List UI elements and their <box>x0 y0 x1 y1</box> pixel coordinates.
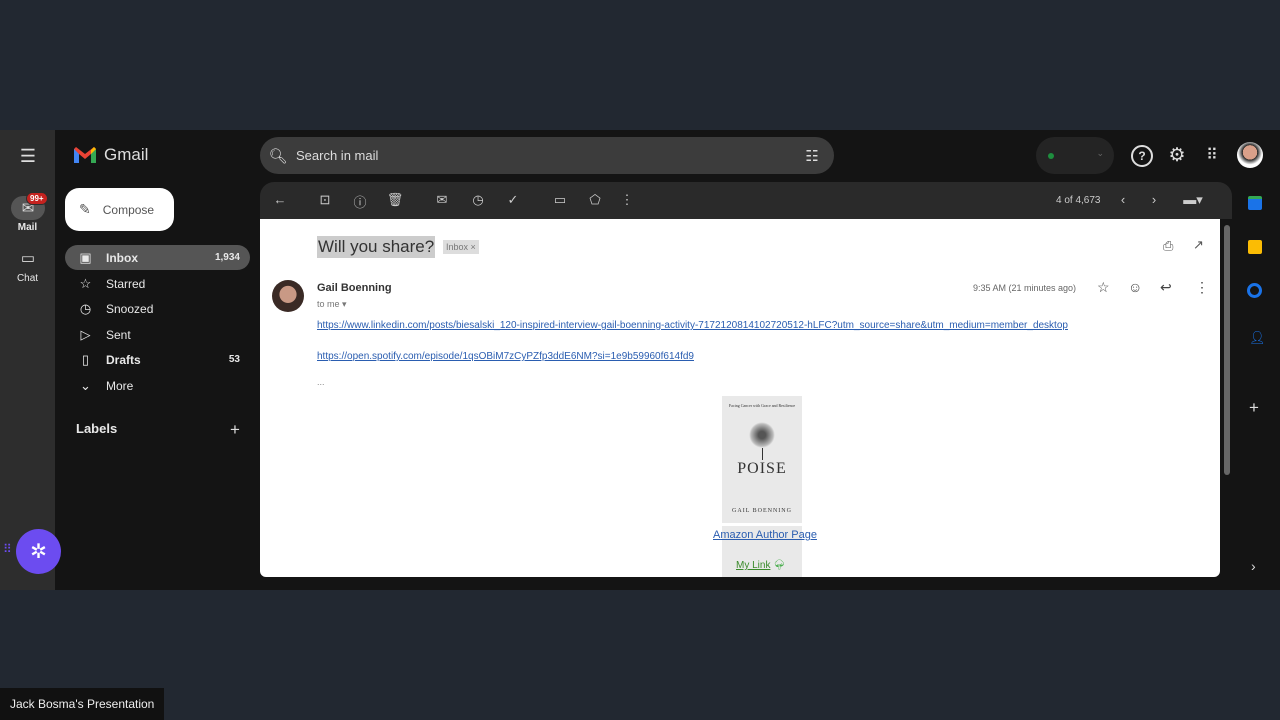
book-subtitle: Facing Cancer with Grace and Resilience <box>728 403 796 408</box>
nav-more[interactable]: ⌄ More <box>65 373 250 398</box>
gmail-window: ☰ ✉ 99+ Mail ▭ Chat Gmail 🔍︎ Search in m… <box>0 130 1280 590</box>
emoji-react-icon[interactable]: ☺ <box>1128 279 1142 295</box>
spotify-link[interactable]: https://open.spotify.com/episode/1qsOBiM… <box>317 351 694 362</box>
linkedin-link[interactable]: https://www.linkedin.com/posts/biesalski… <box>317 320 1068 331</box>
avatar[interactable] <box>1237 142 1263 168</box>
book-title: POISE <box>737 460 787 477</box>
open-new-window-icon[interactable]: ↗ <box>1193 237 1204 253</box>
newer-icon[interactable]: ‹ <box>1114 192 1132 207</box>
nav-label: Starred <box>106 276 146 291</box>
amazon-author-link[interactable]: Amazon Author Page <box>713 529 817 541</box>
input-tools-icon[interactable]: ▬▾ <box>1178 192 1208 208</box>
nav-sent[interactable]: ▷ Sent <box>65 322 250 347</box>
chevron-down-icon: ⌄ <box>80 377 91 393</box>
nav-label: Sent <box>106 327 131 342</box>
recipients-toggle[interactable]: to me ▾ <box>317 299 347 310</box>
add-label-icon[interactable]: + <box>226 420 244 440</box>
more-options-icon[interactable]: ⋮ <box>1195 279 1209 296</box>
my-link[interactable]: My Link 🌳︎ <box>736 560 786 571</box>
status-dot <box>1048 153 1054 159</box>
search-icon[interactable]: 🔍︎ <box>260 147 296 165</box>
drag-handle-icon[interactable]: ⠿ <box>3 542 12 556</box>
search-options-icon[interactable]: ☷ <box>790 147 834 165</box>
timestamp: 9:35 AM (21 minutes ago) <box>973 283 1077 293</box>
more-icon[interactable]: ⋮ <box>618 192 636 208</box>
book-cover[interactable]: Facing Cancer with Grace and Resilience … <box>722 396 802 523</box>
send-icon: ▷ <box>80 326 91 342</box>
search-bar[interactable]: 🔍︎ Search in mail ☷ <box>260 137 834 174</box>
app-rail: ☰ ✉ 99+ Mail ▭ Chat <box>0 130 55 590</box>
app-name: Gmail <box>104 145 149 164</box>
gmail-m-icon <box>74 147 96 163</box>
presenter-label: Jack Bosma's Presentation <box>0 688 165 720</box>
snooze-icon[interactable]: ◷ <box>469 192 487 208</box>
gmail-logo[interactable]: Gmail <box>73 145 148 165</box>
compose-label: Compose <box>102 202 155 217</box>
chat-icon[interactable]: ▭ <box>17 248 39 268</box>
main-menu-icon[interactable]: ☰ <box>17 146 39 166</box>
archive-icon[interactable]: ⊡ <box>316 192 334 208</box>
inbox-icon: ▣ <box>79 249 92 265</box>
status-selector[interactable]: ⌄ <box>1036 137 1114 174</box>
contacts-icon[interactable]: 👤︎ <box>1249 330 1266 346</box>
apps-grid-icon[interactable]: ⠿ <box>1201 144 1223 166</box>
dandelion-image <box>749 422 775 448</box>
nav-count: 1,934 <box>214 252 240 263</box>
back-icon[interactable]: ← <box>271 192 289 207</box>
older-icon[interactable]: › <box>1145 192 1163 207</box>
nav-label: Drafts <box>106 352 141 367</box>
keep-icon[interactable] <box>1248 240 1262 254</box>
search-input[interactable]: Search in mail <box>296 148 378 163</box>
assistant-fab[interactable]: ✲ <box>16 529 61 574</box>
nav-drafts[interactable]: ▯ Drafts 53 <box>65 347 250 372</box>
print-icon[interactable]: ⎙ <box>1163 238 1173 254</box>
mail-rail-label: Mail <box>17 222 38 233</box>
add-task-icon[interactable]: ✓ <box>504 192 522 208</box>
draft-icon: ▯ <box>81 351 90 367</box>
nav-inbox[interactable]: ▣ Inbox 1,934 <box>65 245 250 270</box>
book-author: GAIL BOENNING <box>732 508 792 514</box>
nav-label: Inbox <box>106 250 138 265</box>
compose-button[interactable]: ✎ Compose <box>65 188 174 231</box>
pagination: 4 of 4,673 <box>1056 195 1101 206</box>
nav-starred[interactable]: ☆ Starred <box>65 271 250 296</box>
pencil-icon: ✎ <box>79 201 91 217</box>
chevron-down-icon: ⌄ <box>1096 148 1104 158</box>
sender-avatar <box>272 280 304 312</box>
labels-heading: Labels <box>76 421 118 436</box>
nav-count: 53 <box>228 354 240 365</box>
get-addons-icon[interactable]: + <box>1249 398 1259 418</box>
label-chip-inbox[interactable]: Inbox × <box>443 240 479 254</box>
trimmed-content[interactable]: ... <box>317 377 325 387</box>
nav-label: More <box>106 378 134 393</box>
subject: Will you share? <box>317 236 436 258</box>
star-icon: ☆ <box>79 275 92 291</box>
move-to-icon[interactable]: ▭ <box>551 192 569 208</box>
help-icon[interactable]: ? <box>1131 145 1153 167</box>
calendar-icon[interactable] <box>1248 196 1262 210</box>
mail-badge: 99+ <box>26 192 48 205</box>
tasks-icon[interactable] <box>1247 283 1262 298</box>
clock-icon: ◷ <box>79 300 92 316</box>
dandelion-stem <box>761 448 763 460</box>
expand-panel-icon[interactable]: › <box>1251 558 1256 574</box>
sender-name: Gail Boenning <box>317 282 392 294</box>
my-link-text[interactable]: My Link <box>736 560 770 571</box>
nav-label: Snoozed <box>106 301 154 316</box>
chat-rail-label: Chat <box>16 273 39 284</box>
nav-snoozed[interactable]: ◷ Snoozed <box>65 296 250 321</box>
settings-icon[interactable]: ⚙ <box>1166 144 1188 166</box>
scrollbar[interactable] <box>1224 225 1230 475</box>
report-spam-icon[interactable]: ⓘ <box>351 192 369 211</box>
delete-icon[interactable]: 🗑︎ <box>386 192 404 208</box>
star-icon[interactable]: ☆ <box>1097 279 1110 296</box>
message-toolbar: ← ⊡ ⓘ 🗑︎ ✉ ◷ ✓ ▭ ⬠ ⋮ 4 of 4,673 ‹ › ▬▾ <box>260 182 1232 219</box>
mark-unread-icon[interactable]: ✉ <box>433 192 451 208</box>
reply-icon[interactable]: ↩ <box>1160 279 1172 296</box>
label-icon[interactable]: ⬠ <box>586 192 604 208</box>
tree-icon: 🌳︎ <box>773 560 786 571</box>
